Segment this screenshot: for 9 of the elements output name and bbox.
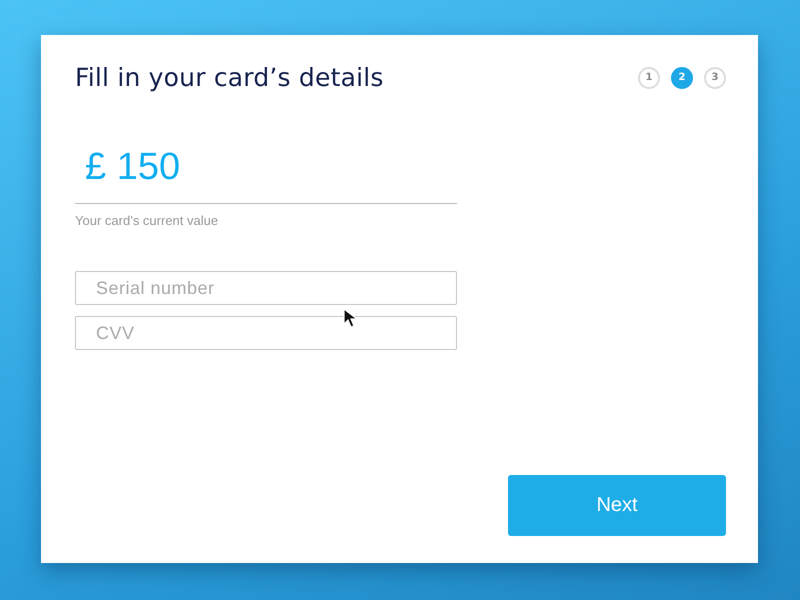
input-field[interactable]: CVV (75, 316, 457, 350)
amount-value: £ 150 (84, 145, 182, 189)
step-indicator: 3 (704, 66, 726, 88)
amount-caption: Your card’s current value (75, 213, 220, 228)
step-indicator: 1 (638, 66, 660, 88)
next-button[interactable]: Next (508, 475, 726, 536)
page-title: Fill in your card’s details (75, 63, 384, 92)
step-indicator: 2 (671, 66, 693, 88)
input-field[interactable]: Serial number (75, 271, 457, 305)
